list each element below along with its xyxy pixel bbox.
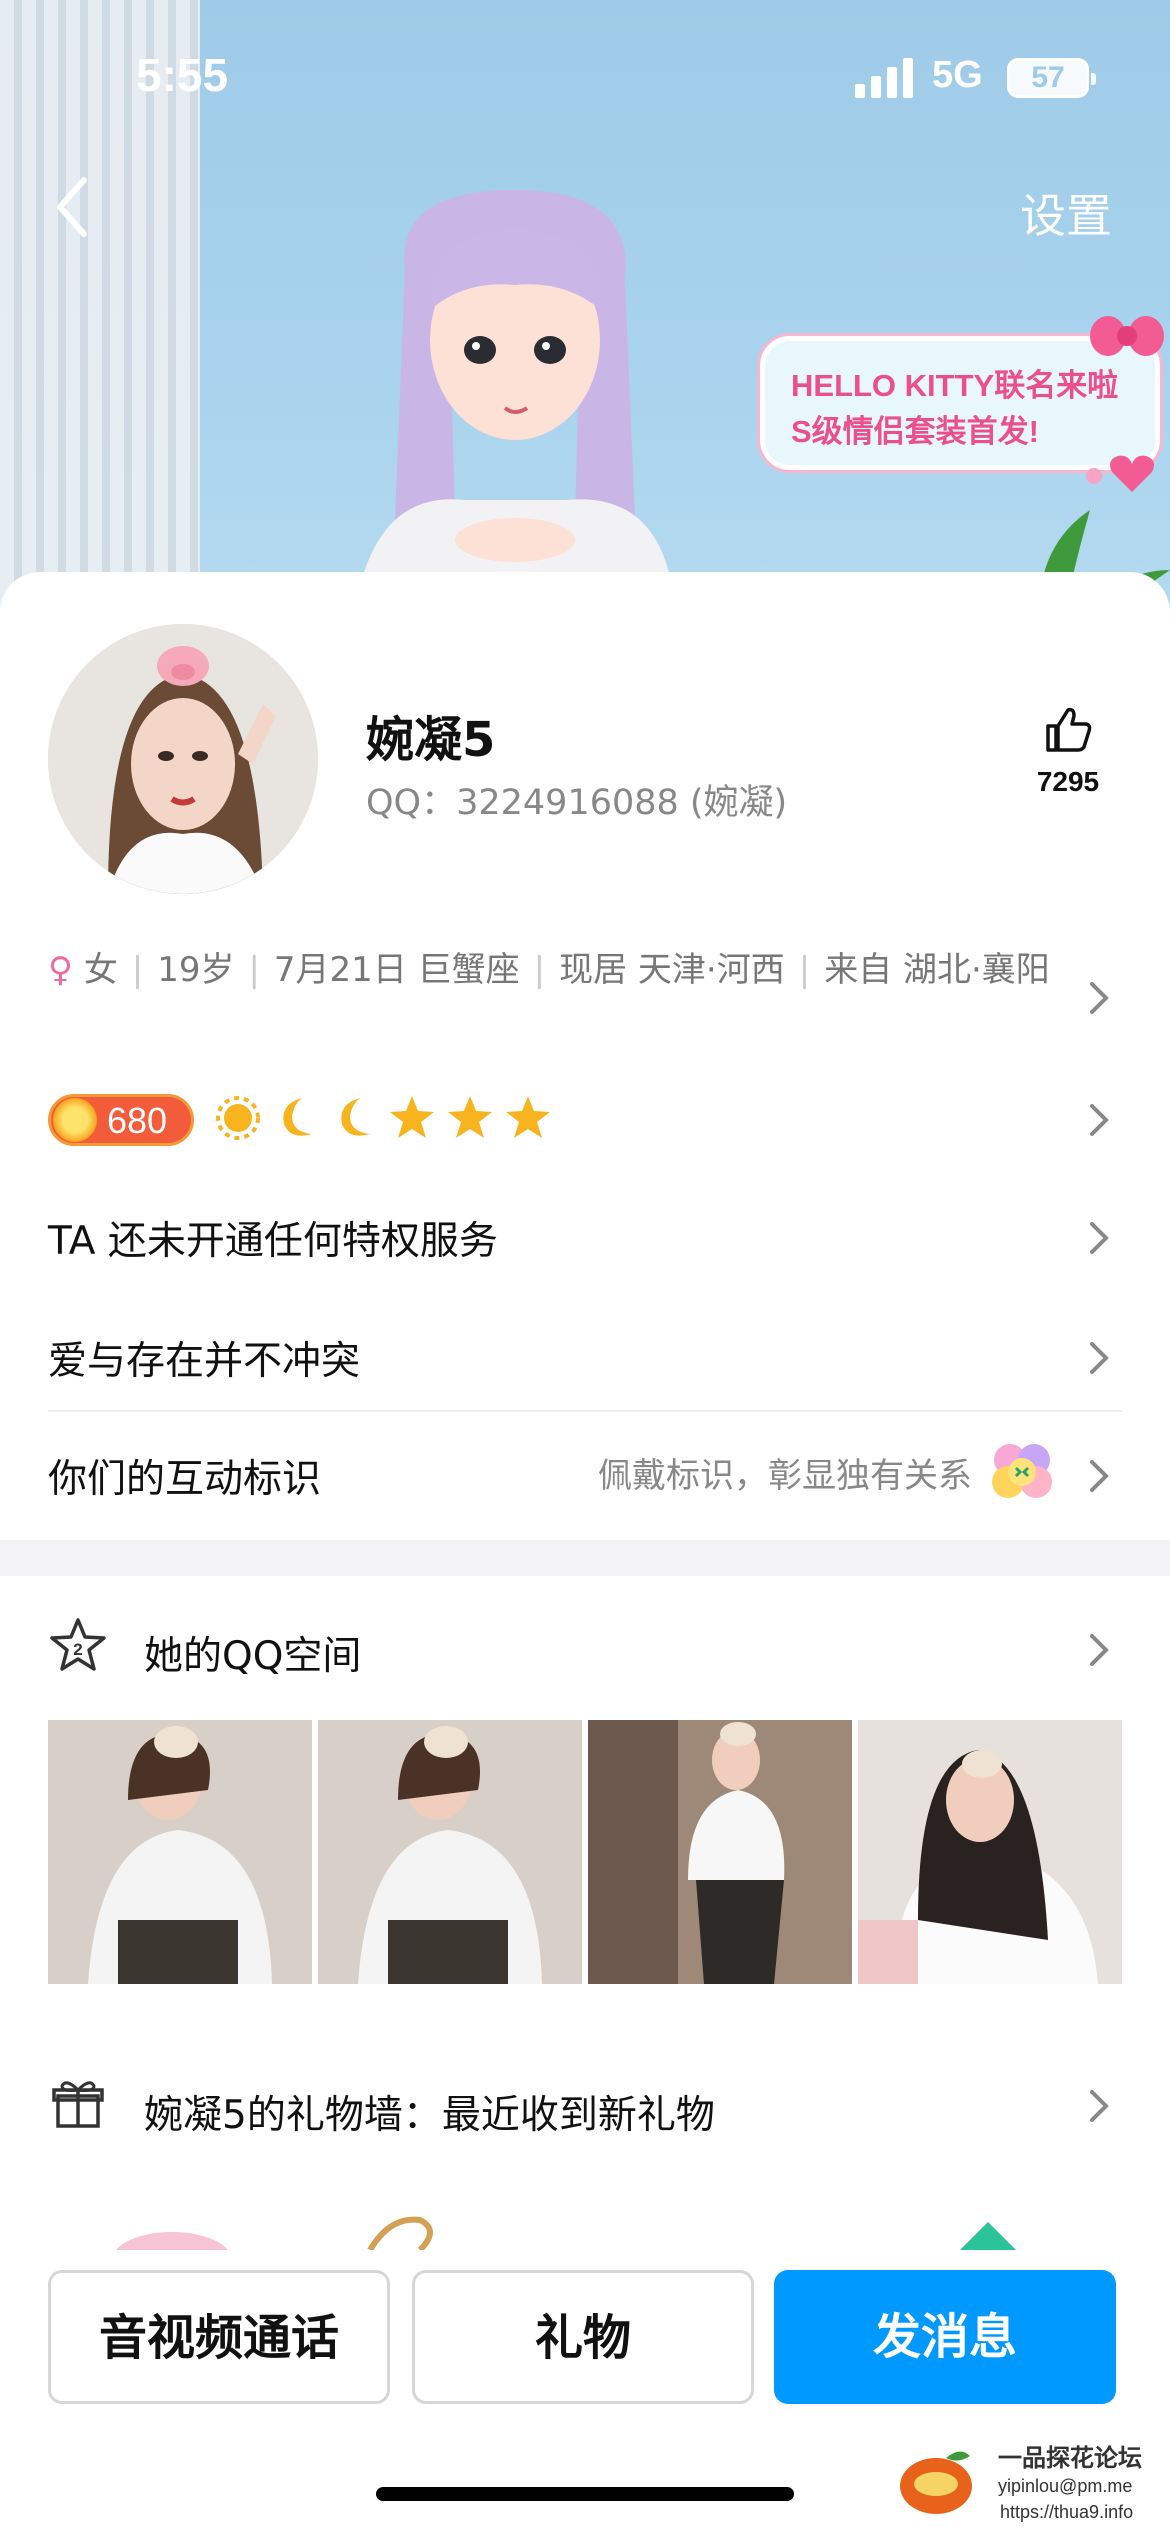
watermark-logo	[900, 2451, 972, 2514]
interaction-badge-icon	[992, 1444, 1052, 1498]
avatar-3d-figure	[355, 190, 675, 610]
watermark-url: https://thua9.info	[1000, 2502, 1134, 2522]
interaction-hint: 佩戴标识，彰显独有关系	[598, 1456, 972, 1496]
info-age: 19岁	[157, 950, 235, 990]
qq-number[interactable]: QQ：3224916088 (婉凝)	[366, 774, 787, 825]
moon-icon	[283, 1098, 312, 1136]
thumbs-up-icon	[1046, 707, 1092, 752]
chevron-right-icon	[1090, 1342, 1109, 1374]
qzone-photos	[48, 1720, 1122, 1984]
promo-line-1: HELLO KITTY联名来啦	[791, 368, 1119, 403]
hearts-icon	[1086, 455, 1154, 492]
level-sun-icon	[53, 1098, 97, 1142]
photo-image	[318, 1720, 582, 1984]
privilege-row[interactable]: TA 还未开通任何特权服务	[48, 1210, 1122, 1266]
gift-wall-title[interactable]: 婉凝5的礼物墙：最近收到新礼物	[144, 2084, 715, 2140]
chevron-right-icon	[1090, 1104, 1109, 1136]
moon-icon	[341, 1098, 370, 1136]
privilege-text: TA 还未开通任何特权服务	[48, 1219, 498, 1264]
chevron-right-icon	[1090, 1460, 1109, 1492]
photo-image	[858, 1720, 1122, 1984]
sun-icon	[216, 1096, 260, 1140]
female-icon: ♀	[48, 950, 73, 990]
qzone-photo[interactable]	[588, 1720, 852, 1984]
info-location: 现居 天津·河西	[559, 950, 785, 990]
photo-image	[588, 1720, 852, 1984]
profile-name: 婉凝5	[366, 712, 496, 768]
info-gender: 女	[83, 950, 118, 990]
gift-preview-icons	[115, 2216, 1016, 2250]
chevron-right-icon	[1090, 1634, 1109, 1666]
qzone-photo[interactable]	[858, 1720, 1122, 1984]
star-icon	[506, 1096, 550, 1138]
watermark-email: yipinlou@pm.me	[998, 2476, 1133, 2496]
bow-icon	[1090, 316, 1164, 356]
info-birthday: 7月21日 巨蟹座	[273, 950, 520, 990]
qzone-photo[interactable]	[48, 1720, 312, 1984]
basic-info[interactable]: ♀ 女 | 19岁 | 7月21日 巨蟹座 | 现居 天津·河西 | 来自 湖北·襄阳	[48, 944, 1088, 996]
divider	[48, 1410, 1122, 1412]
chevron-right-icon	[1090, 2090, 1109, 2122]
status-bar: 5:55 5G 57	[0, 0, 1170, 160]
avatar-image	[48, 624, 318, 894]
level-badge: 680	[48, 1094, 194, 1146]
gift-icon	[52, 2081, 104, 2128]
photo-image	[48, 1720, 312, 1984]
promo-line-2: S级情侣套装首发!	[791, 414, 1039, 449]
network-type: 5G	[932, 54, 983, 96]
send-message-button[interactable]: 发消息	[774, 2270, 1116, 2404]
chevron-right-icon	[1090, 1222, 1109, 1254]
watermark-title: 一品探花论坛	[998, 2444, 1142, 2472]
status-time: 5:55	[136, 49, 229, 101]
star-icon	[448, 1096, 492, 1138]
level-value: 680	[107, 1100, 168, 1141]
qzone-level-badge: 2	[73, 1640, 82, 1659]
home-indicator[interactable]	[376, 2487, 794, 2501]
qzone-photo[interactable]	[318, 1720, 582, 1984]
like-count: 7295	[1036, 766, 1100, 797]
like-button[interactable]: 7295	[1032, 706, 1104, 816]
watermark: 一品探花论坛 yipinlou@pm.me https://thua9.info	[896, 2438, 1166, 2532]
info-hometown: 来自 湖北·襄阳	[824, 950, 1050, 990]
signal-icon	[855, 58, 913, 98]
video-call-button[interactable]: 音视频通话	[48, 2270, 390, 2404]
signature-text: 爱与存在并不冲突	[48, 1339, 361, 1384]
settings-button[interactable]: 设置	[1020, 180, 1112, 246]
back-icon[interactable]	[48, 172, 98, 242]
level-icons	[214, 1092, 552, 1148]
avatar[interactable]	[48, 624, 318, 894]
interaction-label: 你们的互动标识	[48, 1457, 322, 1502]
qzone-title[interactable]: 她的QQ空间	[144, 1625, 361, 1681]
battery-icon: 57	[1007, 58, 1096, 98]
star-icon	[390, 1096, 434, 1138]
chevron-right-icon	[1090, 982, 1109, 1014]
gift-preview-strip	[0, 2210, 1170, 2250]
gift-button[interactable]: 礼物	[412, 2270, 754, 2404]
section-gap	[0, 1540, 1170, 1576]
interaction-badge-row[interactable]: 你们的互动标识 佩戴标识，彰显独有关系	[48, 1448, 1122, 1504]
qq-level-row[interactable]: 680	[48, 1090, 1128, 1150]
qzone-star-icon: 2	[50, 1618, 106, 1671]
signature-row[interactable]: 爱与存在并不冲突	[48, 1330, 1122, 1386]
